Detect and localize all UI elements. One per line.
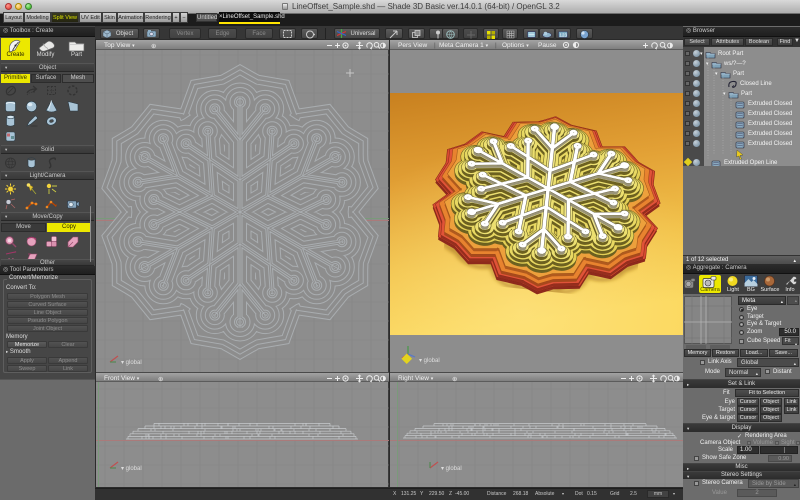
svg-text:▾ global: ▾ global bbox=[121, 360, 142, 366]
svg-text:▾ global: ▾ global bbox=[419, 358, 440, 364]
svg-text:123: 123 bbox=[560, 33, 568, 38]
svg-text:▾ global: ▾ global bbox=[441, 466, 462, 472]
svg-text:▾ global: ▾ global bbox=[121, 466, 142, 472]
